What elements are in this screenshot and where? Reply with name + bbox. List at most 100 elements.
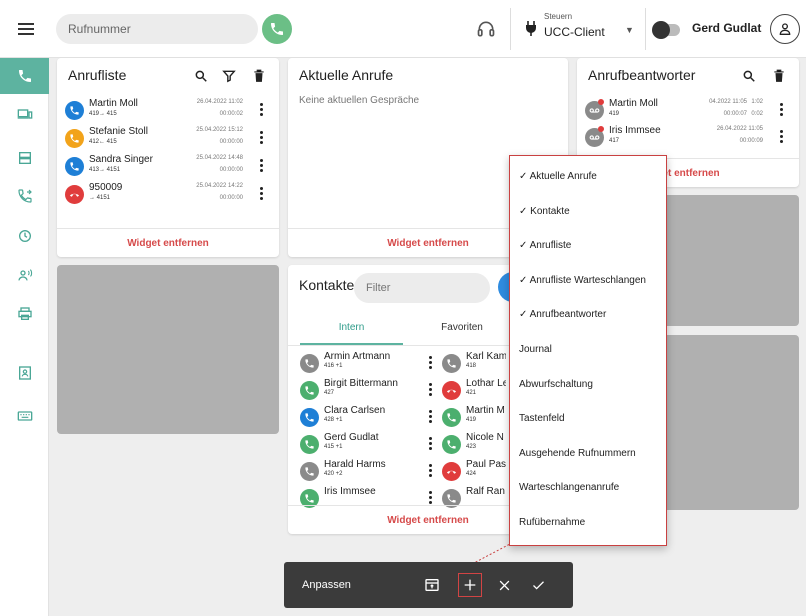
sidebar-item-fax[interactable] [0,296,49,332]
more-options-icon[interactable] [779,130,783,144]
more-options-icon[interactable] [428,464,432,478]
contact-name: Karl Kam [466,351,506,362]
more-options-icon[interactable] [428,437,432,451]
user-name: Gerd Gudlat [692,21,762,35]
trash-icon[interactable] [253,69,265,83]
headset-icon[interactable] [476,19,496,39]
contact-name: Ralf Ran [466,486,505,497]
sidebar-item-phone[interactable] [0,58,49,94]
caller-name: Martin Moll [609,98,658,109]
message-duration: 00:00:09 [739,138,763,144]
more-options-icon[interactable] [259,159,263,173]
outgoing-call-icon [65,157,84,176]
presence-phone-icon [300,408,319,427]
menu-item[interactable]: ✓ Anrufbeantworter [519,309,606,320]
tab-intern[interactable]: Intern [300,322,403,333]
menu-item[interactable]: Warteschlangenanrufe [519,482,619,493]
contact-item[interactable]: Harald Harms 420 +2 [300,459,432,485]
menu-item[interactable]: ✓ Anrufliste [519,240,571,251]
filter-icon[interactable] [222,69,236,83]
table-row[interactable]: Stefanie Stoll 412← 415 25.04.2022 15:12… [65,126,271,152]
layout-button[interactable] [420,573,444,597]
more-options-icon[interactable] [428,410,432,424]
more-options-icon[interactable] [428,383,432,397]
table-row[interactable]: Martin Moll 419→ 415 26.04.2022 11:02 00… [65,98,271,124]
list-item[interactable]: Martin Moll 419 04.2022 11:05 1:02 00:00… [585,98,791,124]
contact-name: Iris Immsee [324,486,376,497]
control-device-select[interactable]: Steuern UCC-Client ▼ [524,12,640,46]
menu-item[interactable]: Abwurfschaltung [519,379,593,390]
contact-name: Armin Artmann [324,351,391,362]
user-icon [779,23,791,35]
sidebar [0,58,49,616]
contact-item[interactable]: Gerd Gudlat 415 +1 [300,432,432,458]
cancel-button[interactable] [492,573,516,597]
sidebar-item-history[interactable] [0,218,49,254]
list-item[interactable]: Iris Immsee 417 26.04.2022 11:05 00:00:0… [585,125,791,151]
more-options-icon[interactable] [428,491,432,505]
caret-down-icon: ▼ [625,25,634,35]
more-options-icon[interactable] [779,103,783,117]
more-options-icon[interactable] [259,103,263,117]
more-options-icon[interactable] [428,356,432,370]
confirm-button[interactable] [526,573,550,597]
sidebar-item-contacts[interactable] [0,355,49,391]
control-value: UCC-Client [544,25,605,39]
clock-icon [18,230,31,242]
widget-selection-menu: ✓ Aktuelle Anrufe ✓ Kontakte ✓ Anrufliste ✓… [509,155,667,546]
menu-item[interactable]: Rufübernahme [519,517,585,528]
presence-phone-icon [442,381,461,400]
contact-item[interactable]: Karl Kam 418 [442,351,506,377]
contact-item[interactable]: Armin Artmann 416 +1 [300,351,432,377]
presence-phone-icon [442,354,461,373]
widget-title: Anrufliste [68,67,127,83]
sidebar-item-server[interactable] [0,140,49,176]
contact-item[interactable]: Nicole N 423 [442,432,506,458]
contact-name: Martin M [466,405,505,416]
user-avatar[interactable] [770,14,800,44]
more-options-icon[interactable] [259,131,263,145]
remove-widget-button[interactable]: Widget entfernen [57,228,279,257]
call-duration: 00:00:00 [219,167,243,173]
search-icon[interactable] [742,69,756,83]
contact-number: 420 +2 [324,471,343,477]
menu-item[interactable]: ✓ Anrufliste Warteschlangen [519,275,646,286]
contact-card-icon [18,366,31,380]
menu-item[interactable]: Ausgehende Rufnummern [519,448,636,459]
caller-number: 417 [609,138,620,144]
contact-item[interactable]: Martin M 419 [442,405,506,431]
search-icon[interactable] [194,69,208,83]
contacts-filter-input[interactable] [354,273,490,303]
call-button[interactable] [262,14,292,44]
sidebar-item-presence[interactable] [0,257,49,293]
status-toggle-knob[interactable] [652,21,670,39]
widget-title: Anrufbeantworter [588,67,696,83]
contact-number: 428 +1 [324,417,343,423]
contact-item[interactable]: Lothar Le 421 [442,378,506,404]
menu-item[interactable]: ✓ Kontakte [519,206,570,217]
menu-item[interactable]: Journal [519,344,552,355]
contact-item[interactable]: Clara Carlsen 428 +1 [300,405,432,431]
contact-name: Paul Pas [466,459,506,470]
more-options-icon[interactable] [259,187,263,201]
contact-item[interactable]: Paul Pas 424 [442,459,506,485]
contact-item[interactable]: Birgit Bittermann 427 [300,378,432,404]
sidebar-item-call-forward[interactable] [0,178,49,214]
empty-message: Keine aktuellen Gespräche [299,95,420,106]
contact-name: Gerd Gudlat [324,432,379,443]
table-row[interactable]: 950009 → 4151 25.04.2022 14:22 00:00:00 [65,182,271,208]
caller-name: 950009 [89,182,123,193]
add-widget-button[interactable] [458,573,482,597]
phone-number-input[interactable] [56,14,258,44]
table-row[interactable]: Sandra Singer 413→ 4151 25.04.2022 14:48… [65,154,271,180]
tab-favoriten[interactable]: Favoriten [422,322,502,333]
menu-item[interactable]: Tastenfeld [519,413,565,424]
sidebar-item-devices[interactable] [0,96,49,132]
menu-item[interactable]: ✓ Aktuelle Anrufe [519,171,597,182]
caller-name: Stefanie Stoll [89,126,148,137]
caller-name: Martin Moll [89,98,138,109]
hamburger-menu-icon[interactable] [14,17,38,41]
contact-number: 424 [466,471,477,477]
sidebar-item-keypad[interactable] [0,398,49,434]
trash-icon[interactable] [773,69,785,83]
